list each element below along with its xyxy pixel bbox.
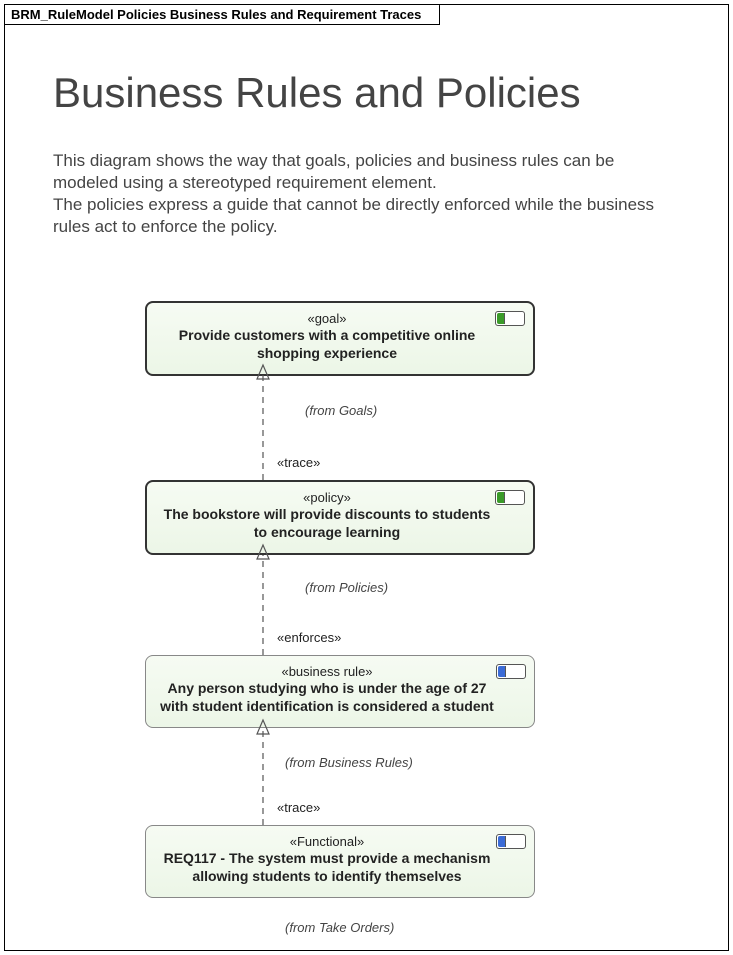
goal-node[interactable]: «goal» Provide customers with a competit… bbox=[145, 301, 535, 376]
policy-package-label: (from Policies) bbox=[305, 580, 388, 595]
goal-text: Provide customers with a competitive onl… bbox=[161, 326, 493, 362]
goal-package-label: (from Goals) bbox=[305, 403, 377, 418]
trace-label-2: «trace» bbox=[277, 800, 320, 815]
requirement-badge-icon bbox=[496, 664, 526, 679]
goal-stereotype: «goal» bbox=[161, 311, 493, 326]
trace-connector bbox=[253, 365, 273, 485]
functional-text: REQ117 - The system must provide a mecha… bbox=[160, 849, 494, 885]
enforces-label: «enforces» bbox=[277, 630, 341, 645]
policy-stereotype: «policy» bbox=[161, 490, 493, 505]
diagram-frame: BRM_RuleModel Policies Business Rules an… bbox=[4, 4, 729, 951]
functional-requirement-node[interactable]: «Functional» REQ117 - The system must pr… bbox=[145, 825, 535, 898]
trace-label: «trace» bbox=[277, 455, 320, 470]
diagram-canvas: «goal» Provide customers with a competit… bbox=[5, 5, 730, 952]
policy-node[interactable]: «policy» The bookstore will provide disc… bbox=[145, 480, 535, 555]
business-rule-node[interactable]: «business rule» Any person studying who … bbox=[145, 655, 535, 728]
rule-stereotype: «business rule» bbox=[160, 664, 494, 679]
enforces-connector bbox=[253, 545, 273, 660]
requirement-badge-icon bbox=[495, 311, 525, 326]
requirement-badge-icon bbox=[495, 490, 525, 505]
policy-text: The bookstore will provide discounts to … bbox=[161, 505, 493, 541]
rule-text: Any person studying who is under the age… bbox=[160, 679, 494, 715]
rule-package-label: (from Business Rules) bbox=[285, 755, 413, 770]
functional-stereotype: «Functional» bbox=[160, 834, 494, 849]
trace-connector-2 bbox=[253, 720, 273, 830]
requirement-badge-icon bbox=[496, 834, 526, 849]
functional-package-label: (from Take Orders) bbox=[285, 920, 394, 935]
